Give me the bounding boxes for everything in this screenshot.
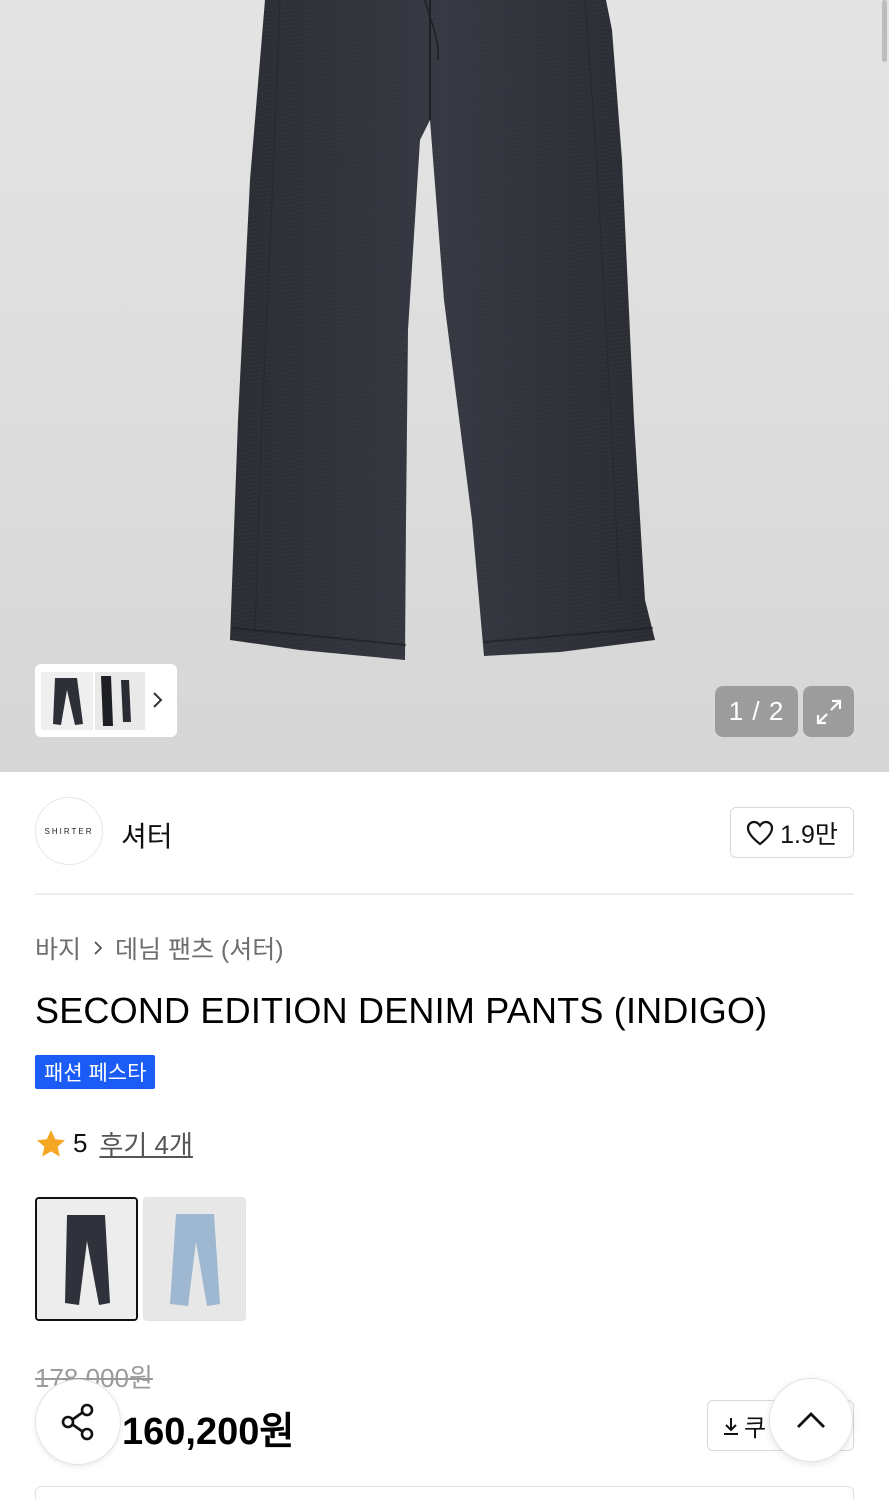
reviews-link[interactable]: 후기 4개 <box>99 1125 192 1162</box>
image-counter: 1 / 2 <box>715 686 798 737</box>
rating-score: 5 <box>73 1128 88 1158</box>
brand-name[interactable]: 셔터 <box>121 815 173 855</box>
image-thumbnail-strip[interactable] <box>35 664 177 737</box>
brand-row: SHIRTER 셔터 1.9만 <box>35 797 854 867</box>
color-option-light-blue[interactable] <box>143 1197 246 1321</box>
chevron-right-icon[interactable] <box>147 690 167 710</box>
divider <box>35 893 854 895</box>
product-title: SECOND EDITION DENIM PANTS (INDIGO) <box>35 990 768 1031</box>
thumbnail-image-2[interactable] <box>95 671 145 730</box>
option-image-light-blue <box>144 1198 245 1320</box>
sale-price: 160,200원 <box>122 1411 295 1453</box>
rating-row: 5 후기 4개 <box>35 1125 193 1162</box>
breadcrumb: 바지 데님 팬츠 (셔터) <box>35 930 284 966</box>
option-image-indigo <box>37 1199 136 1319</box>
page-scrollbar[interactable] <box>882 0 887 62</box>
breadcrumb-category[interactable]: 바지 <box>35 930 81 966</box>
share-button[interactable] <box>35 1379 121 1465</box>
scroll-top-button[interactable] <box>769 1378 853 1462</box>
event-badge[interactable]: 패션 페스타 <box>35 1055 156 1089</box>
fullscreen-button[interactable] <box>803 686 854 737</box>
chevron-right-icon <box>94 941 103 955</box>
like-button[interactable]: 1.9만 <box>730 807 854 858</box>
product-main-image <box>230 0 655 660</box>
breadcrumb-subcategory[interactable]: 데님 팬츠 (셔터) <box>115 930 284 966</box>
share-icon <box>61 1403 94 1441</box>
next-section-card <box>35 1486 854 1500</box>
expand-icon <box>816 699 841 724</box>
like-count: 1.9만 <box>780 820 838 849</box>
star-icon <box>37 1129 65 1157</box>
heart-icon <box>747 820 774 845</box>
brand-logo[interactable]: SHIRTER <box>35 797 103 865</box>
download-icon <box>724 1417 738 1435</box>
thumbnail-image-1[interactable] <box>41 671 93 730</box>
coupon-label: 쿠 <box>744 1415 767 1442</box>
color-option-indigo[interactable] <box>35 1197 138 1321</box>
product-image-gallery[interactable]: 1 / 2 <box>0 0 889 772</box>
chevron-up-icon <box>797 1412 825 1428</box>
